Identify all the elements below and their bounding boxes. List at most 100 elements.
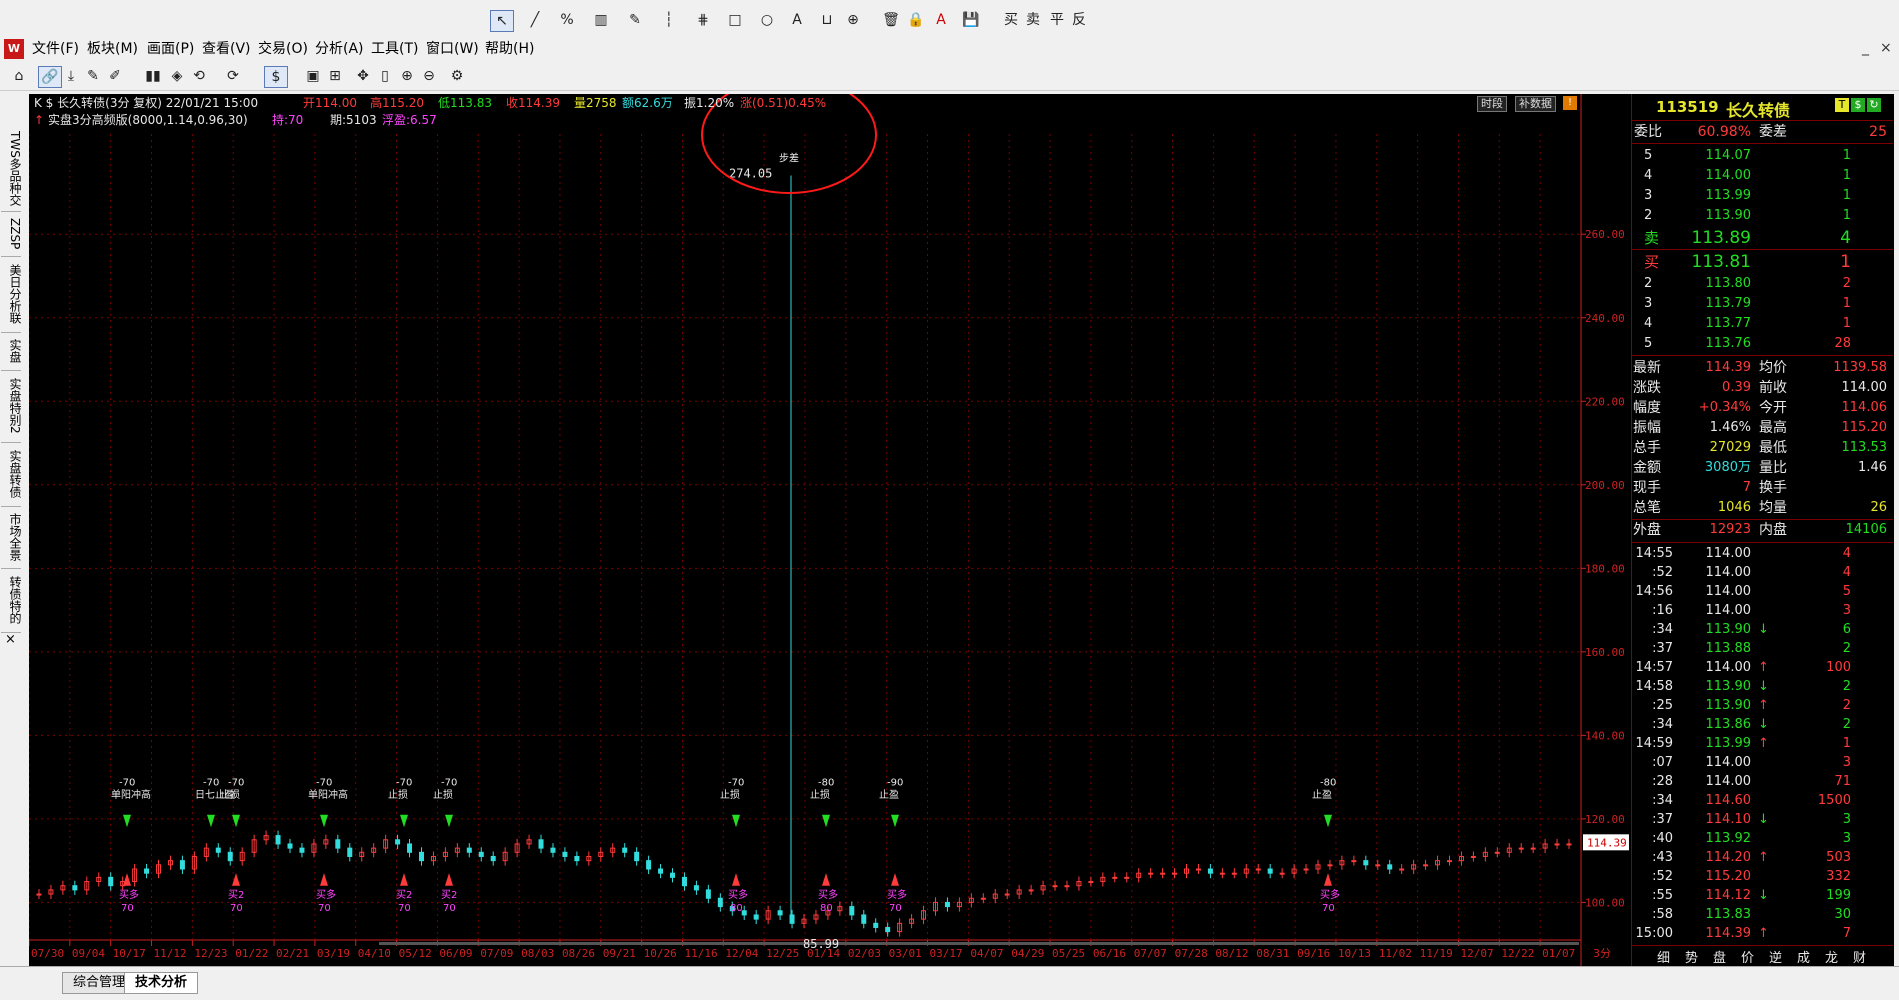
quote-tab[interactable]: 势 — [1685, 947, 1698, 966]
left-tab-zzsp[interactable]: ZZSP — [1, 212, 22, 257]
home-icon[interactable]: ⌂ — [8, 66, 30, 86]
stat-row[interactable]: 最新 114.39 均价 1139.58 — [1631, 358, 1893, 378]
circle-tool-icon[interactable]: ○ — [756, 10, 778, 30]
bid-row[interactable]: 买 113.81 1 — [1631, 252, 1893, 272]
edit-icon[interactable]: ✎ — [82, 66, 104, 86]
tick-row[interactable]: :25 113.90 ↑ 2 — [1631, 696, 1893, 716]
menu-trade[interactable]: 交易(O) — [258, 40, 308, 58]
outer-inner-row[interactable]: 外盘 12923 内盘 14106 — [1631, 520, 1893, 540]
bid-row[interactable]: 2 113.80 2 — [1631, 274, 1893, 294]
close-button[interactable]: × — [1880, 40, 1892, 56]
menu-analysis[interactable]: 分析(A) — [315, 40, 364, 58]
lock-icon[interactable]: 🔒 — [905, 10, 927, 30]
menu-view[interactable]: 查看(V) — [202, 40, 251, 58]
quote-tab[interactable]: 财 — [1853, 947, 1866, 966]
warning-icon[interactable]: ! — [1563, 96, 1577, 110]
stat-row[interactable]: 幅度 +0.34% 今开 114.06 — [1631, 398, 1893, 418]
buy-button[interactable]: 买 — [1002, 10, 1020, 30]
move-icon[interactable]: ✥ — [352, 66, 374, 86]
download-icon[interactable]: ⤓ — [60, 66, 82, 86]
dollar-icon[interactable]: $ — [264, 66, 288, 88]
left-tab-us-jp[interactable]: 美日分析联 — [1, 256, 22, 333]
minimize-button[interactable]: _ — [1862, 40, 1869, 56]
quote-tab[interactable]: 龙 — [1825, 947, 1838, 966]
quote-tab[interactable]: 逆 — [1769, 947, 1782, 966]
stat-row[interactable]: 总笔 1046 均量 26 — [1631, 498, 1893, 518]
menu-tools[interactable]: 工具(T) — [371, 40, 418, 58]
diamond-icon[interactable]: ◈ — [166, 66, 188, 86]
ruler-tool-icon[interactable]: ┆ — [658, 10, 680, 30]
left-tab-real[interactable]: 实盘 — [1, 332, 22, 371]
left-tab-market[interactable]: 市场全景 — [1, 506, 22, 569]
tick-row[interactable]: :40 113.92 3 — [1631, 829, 1893, 849]
chart-canvas[interactable]: 260.00 240.00 220.00 200.00 180.00 160.00 140.… — [29, 94, 1631, 966]
tick-row[interactable]: 14:55 114.00 4 — [1631, 544, 1893, 564]
quote-tab[interactable]: 成 — [1797, 947, 1810, 966]
stat-row[interactable]: 现手 7 换手 — [1631, 478, 1893, 498]
ask-row[interactable]: 3 113.99 1 — [1631, 186, 1893, 206]
stat-row[interactable]: 振幅 1.46% 最高 115.20 — [1631, 418, 1893, 438]
tick-row[interactable]: 14:58 113.90 ↓ 2 — [1631, 677, 1893, 697]
ask-row[interactable]: 4 114.00 1 — [1631, 166, 1893, 186]
layout-icon[interactable]: ⊞ — [324, 66, 346, 86]
percent-tool-icon[interactable]: % — [556, 10, 578, 30]
ask-row[interactable]: 2 113.90 1 — [1631, 206, 1893, 226]
fib-tool-icon[interactable]: ▥ — [590, 10, 612, 30]
stat-row[interactable]: 金额 3080万 量比 1.46 — [1631, 458, 1893, 478]
grid-tool-icon[interactable]: ⋕ — [692, 10, 714, 30]
reload-icon[interactable]: ⟳ — [222, 66, 244, 86]
ask-row[interactable]: 5 114.07 1 — [1631, 146, 1893, 166]
left-tab-real-special[interactable]: 实盘特别2 — [1, 370, 22, 443]
target-tool-icon[interactable]: ⊕ — [842, 10, 864, 30]
bid-row[interactable]: 4 113.77 1 — [1631, 314, 1893, 334]
t-icon[interactable]: T — [1835, 98, 1849, 112]
pen-tool-icon[interactable]: ✎ — [624, 10, 646, 30]
tick-row[interactable]: :34 113.86 ↓ 2 — [1631, 715, 1893, 735]
bar-icon[interactable]: ▯ — [374, 66, 396, 86]
frame-icon[interactable]: ▣ — [302, 66, 324, 86]
left-tab-close-icon[interactable]: × — [5, 632, 16, 647]
tick-row[interactable]: :28 114.00 71 — [1631, 772, 1893, 792]
tick-row[interactable]: :34 113.90 ↓ 6 — [1631, 620, 1893, 640]
tick-row[interactable]: :07 114.00 3 — [1631, 753, 1893, 773]
ask-row[interactable]: 卖 113.89 4 — [1631, 228, 1893, 248]
left-tab-real-cb[interactable]: 实盘转债 — [1, 442, 22, 507]
candle-icon[interactable]: ▮▮ — [142, 66, 164, 86]
weibi-row[interactable]: 委比 60.98% 委差 25 — [1631, 122, 1893, 142]
line-tool-icon[interactable]: ╱ — [524, 10, 546, 30]
tick-row[interactable]: :34 114.60 1500 — [1631, 791, 1893, 811]
bid-row[interactable]: 3 113.79 1 — [1631, 294, 1893, 314]
tick-row[interactable]: 14:57 114.00 ↑ 100 — [1631, 658, 1893, 678]
tick-row[interactable]: :52 115.20 332 — [1631, 867, 1893, 887]
reverse-button[interactable]: 反 — [1070, 10, 1088, 30]
tick-row[interactable]: :52 114.00 4 — [1631, 563, 1893, 583]
left-tab-tws[interactable]: TWS多品种交 — [1, 125, 22, 212]
settings-gear-icon[interactable]: ⚙ — [446, 66, 468, 86]
tick-row[interactable]: 15:00 114.39 ↑ 7 — [1631, 924, 1893, 944]
tick-row[interactable]: :43 114.20 ↑ 503 — [1631, 848, 1893, 868]
menu-screen[interactable]: 画面(P) — [147, 40, 194, 58]
bid-row[interactable]: 5 113.76 28 — [1631, 334, 1893, 354]
tab-technical-analysis[interactable]: 技术分析 — [124, 972, 199, 994]
session-button[interactable]: 时段 — [1477, 96, 1507, 112]
link-icon[interactable]: 🔗 — [38, 66, 62, 88]
magnet-tool-icon[interactable]: ⊔ — [816, 10, 838, 30]
quote-tab[interactable]: 价 — [1741, 947, 1754, 966]
font-color-icon[interactable]: A — [930, 10, 952, 30]
select-tool-icon[interactable]: ↖ — [490, 10, 514, 32]
tick-row[interactable]: :37 113.88 2 — [1631, 639, 1893, 659]
quote-tab[interactable]: 盘 — [1713, 947, 1726, 966]
menu-help[interactable]: 帮助(H) — [485, 40, 534, 58]
left-tab-cb-special[interactable]: 转债特的 — [1, 568, 22, 633]
menu-window[interactable]: 窗口(W) — [426, 40, 479, 58]
zoom-in-icon[interactable]: ⊕ — [396, 66, 418, 86]
quote-tab[interactable]: 细 — [1657, 947, 1670, 966]
close-position-button[interactable]: 平 — [1048, 10, 1066, 30]
menu-file[interactable]: 文件(F) — [32, 40, 79, 58]
tick-row[interactable]: :37 114.10 ↓ 3 — [1631, 810, 1893, 830]
fill-data-button[interactable]: 补数据 — [1515, 96, 1556, 112]
stat-row[interactable]: 总手 27029 最低 113.53 — [1631, 438, 1893, 458]
tick-row[interactable]: :58 113.83 30 — [1631, 905, 1893, 925]
tick-row[interactable]: :16 114.00 3 — [1631, 601, 1893, 621]
refresh-small-icon[interactable]: ↻ — [1867, 98, 1881, 112]
